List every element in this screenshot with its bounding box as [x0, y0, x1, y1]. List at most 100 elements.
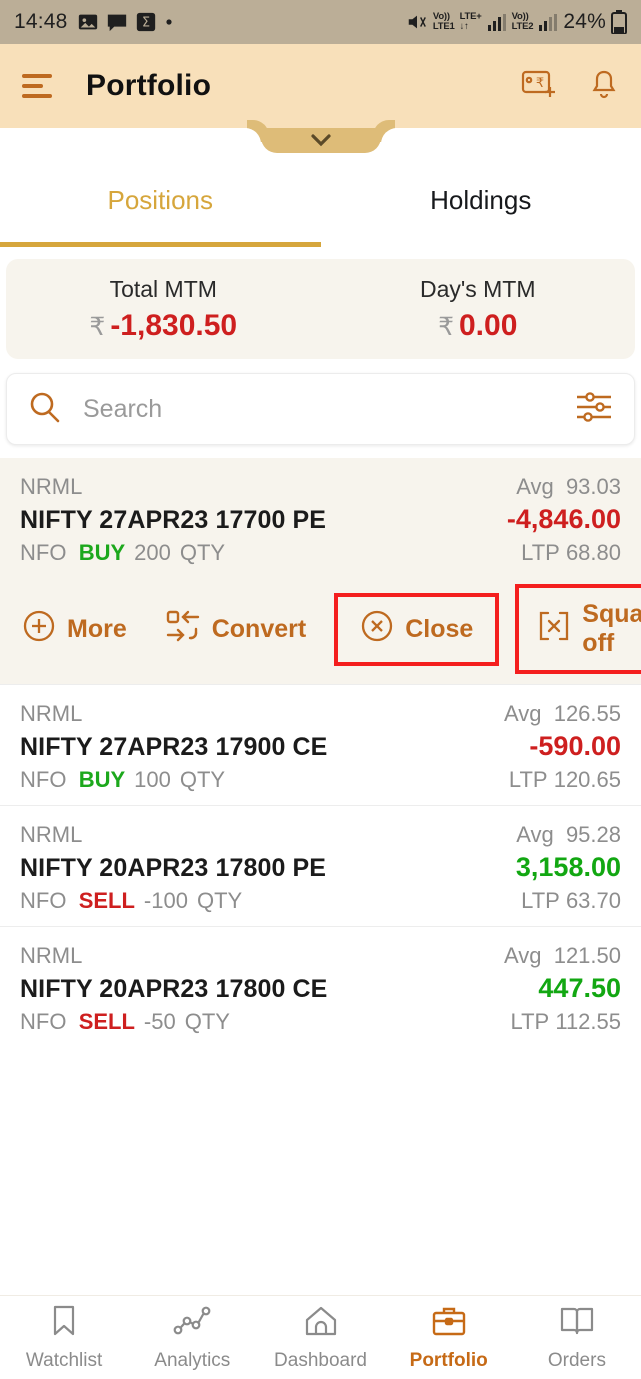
- nav-item-dashboard[interactable]: Dashboard: [256, 1296, 384, 1379]
- ltp-value: LTP 68.80: [521, 540, 621, 565]
- position-meta: NFO SELL -50 QTY: [20, 1009, 230, 1034]
- battery-icon: [611, 10, 627, 34]
- tab-holdings[interactable]: Holdings: [321, 153, 641, 247]
- total-mtm-value-row: ₹ -1,830.50: [6, 309, 321, 343]
- position-row-top: NRML Avg 93.03: [20, 474, 621, 500]
- close-label: Close: [405, 614, 474, 643]
- bell-icon[interactable]: [589, 68, 619, 105]
- product-type: NRML: [20, 943, 83, 968]
- convert-label: Convert: [211, 614, 307, 643]
- avg-price: Avg 93.03: [516, 474, 621, 499]
- position-row-top: NRML Avg 95.28: [20, 822, 621, 848]
- position-row[interactable]: NRML Avg 126.55 NIFTY 27APR23 17900 CE -…: [0, 684, 641, 805]
- close-circle-icon: [360, 609, 394, 650]
- expand-handle[interactable]: [238, 128, 403, 155]
- avg-price: Avg 126.55: [503, 701, 621, 726]
- position-pnl: 3,158.00: [515, 852, 621, 882]
- side-badge: SELL: [78, 888, 135, 913]
- position-row-top: NRML Avg 121.50: [20, 943, 621, 969]
- ltp-value: LTP 112.55: [510, 1009, 622, 1034]
- side-badge: SELL: [78, 1009, 135, 1034]
- page-title: Portfolio: [86, 69, 212, 102]
- nav-item-analytics[interactable]: Analytics: [128, 1296, 256, 1379]
- nav-label-orders: Orders: [547, 1349, 606, 1371]
- total-mtm-value: -1,830.50: [110, 308, 238, 342]
- position-pnl: 447.50: [538, 973, 621, 1003]
- nav-item-portfolio[interactable]: Portfolio: [385, 1296, 513, 1379]
- app-header: Portfolio ₹: [0, 44, 641, 128]
- tab-positions[interactable]: Positions: [0, 153, 321, 247]
- nav-label-watchlist: Watchlist: [25, 1349, 103, 1371]
- positions-list: NRML Avg 93.03 NIFTY 27APR23 17700 PE -4…: [0, 458, 641, 1047]
- sim2-indicator: Vo)) LTE2: [512, 12, 534, 31]
- chevron-down-icon: [306, 130, 336, 155]
- square-off-button[interactable]: Square off: [515, 584, 641, 674]
- total-mtm-label: Total MTM: [109, 275, 217, 302]
- convert-icon: [165, 609, 201, 650]
- sim1-data-arrows: ↓↑: [459, 21, 469, 32]
- position-row-bottom: NFO BUY 100 QTY LTP 120.65: [20, 767, 621, 793]
- mute-icon: [406, 11, 428, 33]
- nav-item-orders[interactable]: Orders: [513, 1296, 641, 1379]
- days-mtm-value-row: ₹0.00: [321, 309, 636, 343]
- tab-active-indicator: [0, 242, 321, 247]
- plus-circle-icon: [22, 609, 56, 650]
- days-mtm-label: Day's MTM: [419, 275, 536, 302]
- avg-price: Avg 95.28: [516, 822, 621, 847]
- instrument-name: NIFTY 27APR23 17900 CE: [20, 733, 328, 761]
- position-row-bottom: NFO SELL -50 QTY LTP 112.55: [20, 1009, 621, 1035]
- briefcase-icon: [431, 1304, 467, 1343]
- nav-item-watchlist[interactable]: Watchlist: [0, 1296, 128, 1379]
- home-icon: [303, 1304, 339, 1343]
- sim1-indicator: Vo)) LTE1: [433, 12, 455, 31]
- svg-text:₹: ₹: [536, 76, 544, 91]
- message-icon: [106, 11, 128, 33]
- filter-sliders-icon[interactable]: [574, 389, 614, 430]
- search-input[interactable]: [83, 394, 574, 424]
- status-notification-icons: Σ: [77, 11, 174, 33]
- hamburger-line: [22, 74, 52, 78]
- convert-button[interactable]: Convert: [157, 597, 314, 662]
- nav-label-analytics: Analytics: [154, 1349, 231, 1371]
- bottom-navigation: Watchlist Analytics Dashboard Portfolio: [0, 1295, 641, 1379]
- instrument-name: NIFTY 20APR23 17800 PE: [20, 854, 327, 882]
- svg-text:Σ: Σ: [142, 16, 150, 31]
- image-icon: [77, 11, 99, 33]
- signal-bars-2-icon: [538, 13, 558, 31]
- position-row-top: NRML Avg 126.55: [20, 701, 621, 727]
- position-meta: NFO SELL -100 QTY: [20, 888, 243, 913]
- avg-price: Avg 121.50: [503, 943, 621, 968]
- bookmark-icon: [48, 1304, 80, 1343]
- status-time: 14:48: [14, 10, 68, 33]
- hamburger-menu-icon[interactable]: [22, 68, 56, 104]
- rupee-symbol: ₹: [438, 312, 454, 341]
- position-row[interactable]: NRML Avg 95.28 NIFTY 20APR23 17800 PE 3,…: [0, 805, 641, 926]
- sim1-type: LTE+ ↓↑: [460, 12, 482, 31]
- position-row-bottom: NFO BUY 200 QTY LTP 68.80: [20, 540, 621, 566]
- signal-bars-1-icon: [487, 13, 507, 31]
- search-icon[interactable]: [27, 390, 61, 429]
- nav-label-dashboard: Dashboard: [274, 1349, 367, 1371]
- portfolio-tabs: Positions Holdings: [0, 153, 641, 247]
- close-button[interactable]: Close: [334, 592, 500, 666]
- position-row[interactable]: NRML Avg 121.50 NIFTY 20APR23 17800 CE 4…: [0, 926, 641, 1047]
- product-type: NRML: [20, 474, 83, 499]
- total-mtm-block: Total MTM ₹ -1,830.50: [6, 276, 321, 343]
- position-row[interactable]: NRML Avg 93.03 NIFTY 27APR23 17700 PE -4…: [0, 458, 641, 578]
- sim1-name-label: LTE1: [432, 21, 455, 32]
- nav-label-portfolio: Portfolio: [409, 1349, 488, 1371]
- more-label: More: [67, 614, 127, 643]
- position-pnl: -590.00: [529, 731, 621, 761]
- pull-tab-area: [0, 128, 641, 153]
- more-button[interactable]: More: [14, 597, 135, 662]
- side-badge: BUY: [78, 540, 126, 565]
- position-row-mid: NIFTY 27APR23 17900 CE -590.00: [20, 731, 621, 762]
- position-pnl: -4,846.00: [506, 504, 621, 534]
- position-row-bottom: NFO SELL -100 QTY LTP 63.70: [20, 888, 621, 914]
- hamburger-line: [22, 94, 52, 98]
- battery-percent: 24%: [563, 10, 606, 33]
- position-row-mid: NIFTY 27APR23 17700 PE -4,846.00: [20, 504, 621, 535]
- add-funds-icon[interactable]: ₹: [521, 68, 557, 105]
- side-badge: BUY: [78, 767, 126, 792]
- square-off-label: Square off: [582, 600, 641, 657]
